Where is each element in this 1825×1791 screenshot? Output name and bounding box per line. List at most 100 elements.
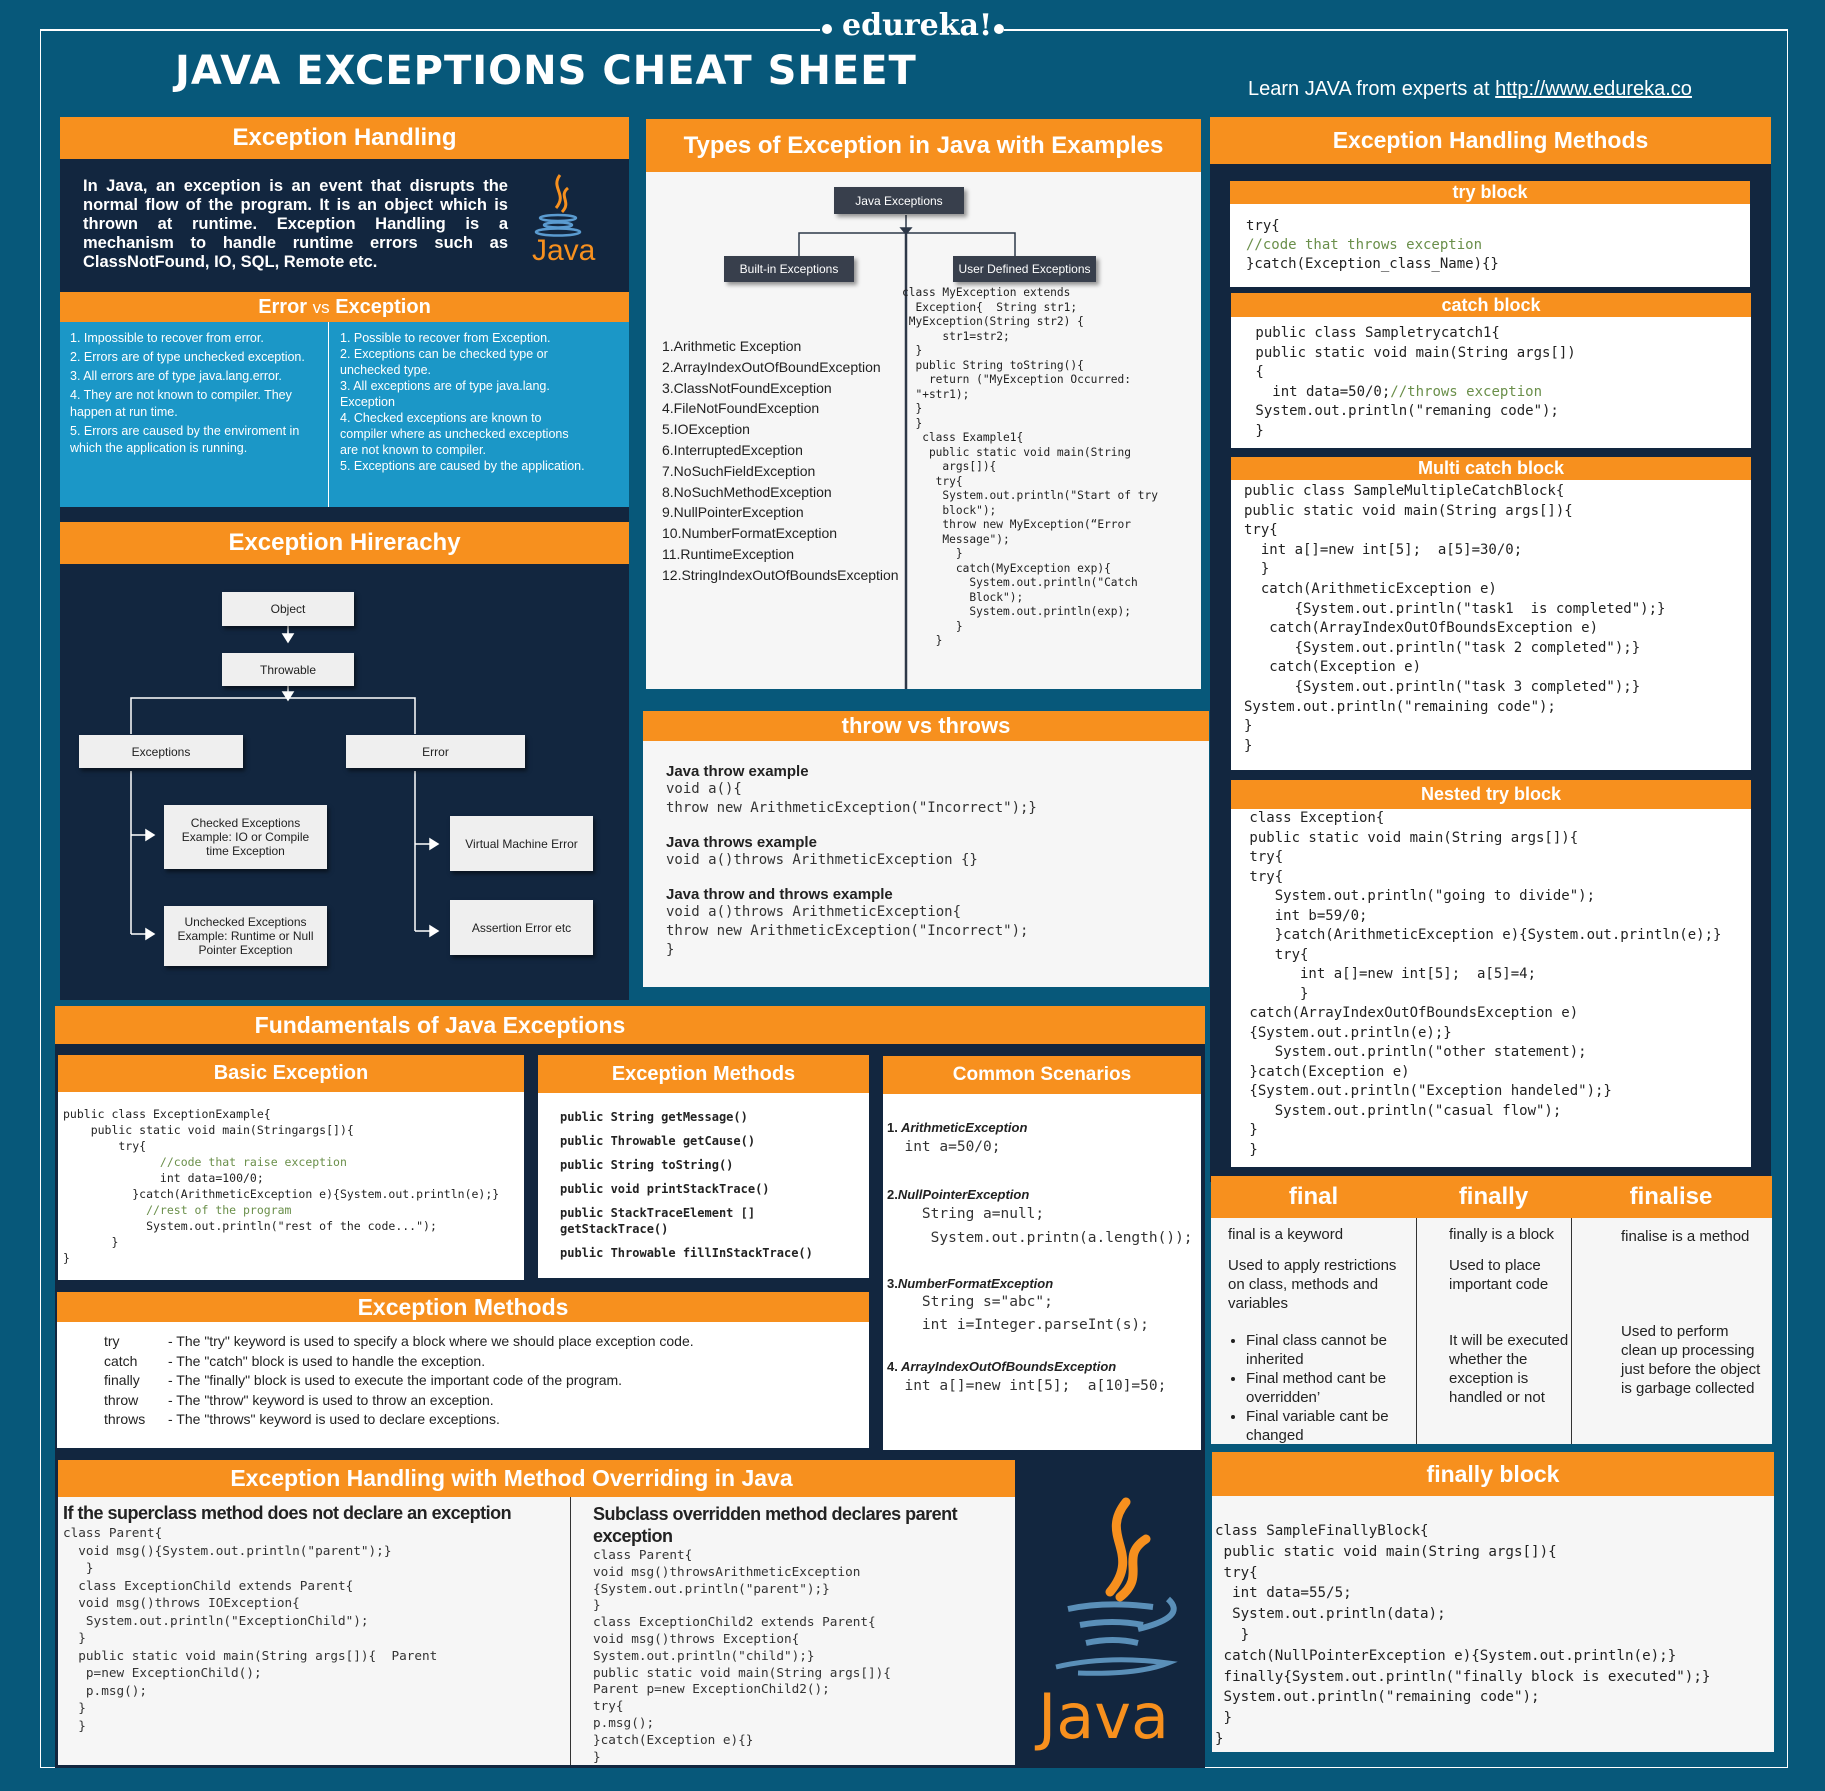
- overriding-divider: [570, 1497, 571, 1765]
- java-logo-small: Java: [528, 170, 595, 275]
- keyword-row: throw - The "throw" keyword is used to th…: [104, 1391, 822, 1411]
- keyword-desc: - The "finally" block is used to execute…: [168, 1372, 623, 1388]
- builtin-exception-list: 1.Arithmetic Exception 2.ArrayIndexOutOf…: [662, 336, 902, 586]
- node-user-defined-exceptions: User Defined Exceptions: [953, 256, 1096, 282]
- final-bullet: Final variable cant be changed: [1246, 1407, 1413, 1445]
- node-unchecked-exceptions: Unchecked Exceptions Example: Runtime or…: [164, 906, 327, 966]
- catch-code-comment: //throws exception: [1390, 383, 1543, 400]
- scenario-num: 3.: [887, 1276, 898, 1291]
- error-item: 4. They are not known to compiler. They …: [70, 388, 292, 419]
- scenario-title: 1. ArithmeticException: [887, 1120, 1197, 1135]
- overriding-right: Subclass overridden method declares pare…: [593, 1503, 1013, 1765]
- error-vs-exception-header: Error vs Exception: [60, 292, 629, 322]
- builtin-item: 6.InterruptedException: [662, 441, 803, 458]
- page-title: JAVA EXCEPTIONS CHEAT SHEET: [175, 48, 917, 94]
- multi-catch-code: public class SampleMultipleCatchBlock{ p…: [1244, 483, 1666, 754]
- keyword: try: [104, 1333, 120, 1349]
- catch-code: public class Sampletrycatch1{ public sta…: [1247, 324, 1735, 441]
- scenario-code: String a=null; System.out.printn(a.lengt…: [921, 1206, 1193, 1246]
- exception-item: 5. Exceptions are caused by the applicat…: [340, 459, 585, 473]
- builtin-item: 4.FileNotFoundException: [662, 400, 820, 417]
- title-exception: Exception: [335, 296, 431, 318]
- edureka-link[interactable]: http://www.edureka.co: [1495, 78, 1692, 100]
- builtin-item: 11.RuntimeException: [662, 545, 795, 562]
- exception-handling-text: In Java, an exception is an event that d…: [83, 177, 508, 271]
- keyword: throws: [104, 1411, 146, 1427]
- error-item: 2. Errors are of type unchecked exceptio…: [70, 350, 305, 364]
- scenario-name: NullPointerException: [897, 1187, 1030, 1202]
- node-builtin-exceptions: Built-in Exceptions: [724, 256, 854, 282]
- catch-code-part: System.out.println("remaning code"); }: [1255, 403, 1559, 439]
- scenario-title: 4. ArrayIndexOutOfBoundsException: [887, 1359, 1197, 1374]
- basic-code: System.out.println("rest of the code..."…: [63, 1219, 437, 1265]
- scenario-code: String s="abc"; int i=Integer.parseInt(s…: [921, 1294, 1149, 1333]
- exception-methods-header: Exception Methods: [538, 1055, 869, 1093]
- exception-item: 1. Possible to recover from Exception.: [340, 331, 551, 345]
- exception-handling-header: Exception Handling: [60, 117, 629, 159]
- builtin-item: 5.IOException: [662, 421, 750, 438]
- method-item: public String toString(): [560, 1158, 734, 1172]
- builtin-item: 9.NullPointerException: [662, 504, 804, 521]
- method-item: public Throwable fillInStackTrace(): [560, 1246, 813, 1260]
- nested-try-header: Nested try block: [1231, 780, 1751, 809]
- column-divider: [328, 322, 329, 507]
- node-object: Object: [222, 592, 354, 626]
- fundamentals-header: Fundamentals of Java Exceptions: [55, 1006, 1205, 1044]
- common-scenarios-header: Common Scenarios: [883, 1056, 1201, 1094]
- learn-prefix: Learn JAVA from experts at: [1248, 78, 1496, 100]
- exception-methods-body: public String getMessage() public Throwa…: [538, 1093, 869, 1278]
- scenario-num: 2.: [887, 1187, 898, 1202]
- exception-item: 4. Checked exceptions are known to compi…: [340, 411, 569, 457]
- try-code-line: try{: [1246, 218, 1280, 234]
- builtin-item: 10.NumberFormatException: [662, 525, 838, 542]
- error-item: 1. Impossible to recover from error.: [70, 331, 264, 345]
- overriding-left-heading: If the superclass method does not declar…: [63, 1503, 512, 1523]
- basic-exception-body: public class ExceptionExample{ public st…: [58, 1092, 524, 1280]
- scenario-name: NumberFormatException: [897, 1276, 1054, 1291]
- java-logo-text: Java: [532, 234, 596, 267]
- overriding-title: Exception Handling with Method Overridin…: [230, 1465, 793, 1491]
- node-assertion-error: Assertion Error etc: [450, 900, 593, 955]
- col-finally-title: finally: [1458, 1183, 1529, 1210]
- scenario-title: 3.NumberFormatException: [887, 1276, 1197, 1291]
- final-col: final is a keyword Used to apply restric…: [1228, 1225, 1413, 1445]
- keyword-desc: - The "catch" block is used to handle th…: [168, 1352, 486, 1369]
- scenario-code: int a=50/0;: [887, 1139, 1001, 1155]
- exception-list: 1. Possible to recover from Exception. 2…: [340, 330, 590, 474]
- finally-block-body: class SampleFinallyBlock{ public static …: [1212, 1496, 1774, 1752]
- catch-block-header: catch block: [1231, 293, 1751, 317]
- scenario-title: 2.NullPointerException: [887, 1187, 1197, 1202]
- keyword-desc: - The "try" keyword is used to specify a…: [168, 1333, 694, 1349]
- keyword-row: throws - The "throws" keyword is used to …: [104, 1410, 822, 1430]
- keyword: throw: [104, 1391, 139, 1408]
- throw-example-code: void a(){ throw new ArithmeticException(…: [666, 781, 1037, 816]
- finally-block-code: class SampleFinallyBlock{ public static …: [1215, 1523, 1711, 1747]
- final-divider: [1416, 1218, 1417, 1444]
- throw-throws-example-code: void a()throws ArithmeticException{ thro…: [666, 904, 1029, 958]
- multi-catch-body: public class SampleMultipleCatchBlock{ p…: [1231, 480, 1751, 770]
- basic-exception-header: Basic Exception: [58, 1055, 524, 1092]
- java-logo-large-text: Java: [1038, 1680, 1169, 1753]
- node-checked-exceptions: Checked Exceptions Example: IO or Compil…: [164, 805, 327, 869]
- keyword: finally: [104, 1372, 140, 1388]
- basic-code-comment: //code that raise exception: [63, 1155, 347, 1169]
- finally-block-header: finally block: [1212, 1452, 1774, 1496]
- exception-item: 3. All exceptions are of type java.lang.…: [340, 379, 550, 409]
- finally-col: finally is a block Used to place importa…: [1449, 1225, 1574, 1407]
- hierarchy-header: Exception Hirerachy: [60, 522, 629, 564]
- finally-p2: Used to place important code: [1449, 1257, 1549, 1293]
- keyword-desc: - The "throws" keyword is used to declar…: [168, 1411, 500, 1427]
- keywords-body: try - The "try" keyword is used to specif…: [57, 1322, 869, 1448]
- final-bullet: Final class cannot be inherited: [1246, 1331, 1413, 1369]
- throw-example-heading: Java throw example: [666, 763, 809, 780]
- node-throwable: Throwable: [222, 653, 354, 686]
- bullet-dot-right: [994, 24, 1004, 34]
- col-final-title: final: [1288, 1183, 1339, 1210]
- builtin-item: 12.StringIndexOutOfBoundsException: [662, 566, 899, 583]
- java-logo-large: Java: [1018, 1497, 1204, 1765]
- node-error: Error: [346, 735, 525, 768]
- basic-code: int data=100/0; }catch(ArithmeticExcepti…: [132, 1171, 500, 1201]
- user-defined-code: class MyException extends Exception{ Str…: [902, 286, 1158, 647]
- keywords-header: Exception Methods: [57, 1292, 869, 1322]
- java-cup-large-icon: [1055, 1497, 1178, 1676]
